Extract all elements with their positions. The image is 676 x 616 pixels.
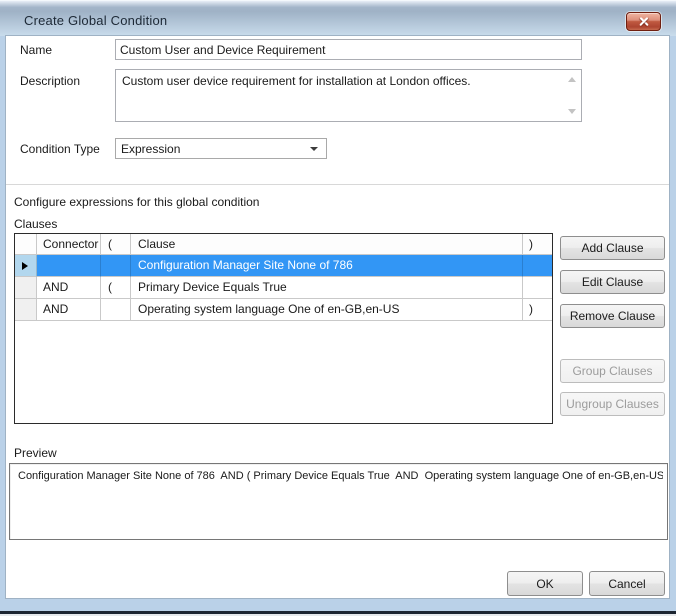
clause-text: Configuration Manager Site None of 786 (131, 255, 523, 277)
clause-text: Operating system language One of en-GB,e… (131, 299, 523, 321)
condition-type-select[interactable]: Expression (115, 138, 327, 159)
column-header-open-paren[interactable]: ( (101, 234, 131, 255)
row-selector-cell[interactable] (15, 299, 37, 321)
close-icon (638, 16, 649, 27)
name-input[interactable] (115, 39, 582, 60)
description-input[interactable]: Custom user device requirement for insta… (115, 69, 582, 122)
column-header-close-paren[interactable]: ) (523, 234, 552, 255)
scroll-down-icon[interactable] (568, 109, 576, 114)
column-header-selector (15, 234, 37, 255)
condition-type-value: Expression (121, 142, 180, 156)
dialog-title: Create Global Condition (24, 13, 167, 28)
clause-close-paren (523, 277, 552, 299)
edit-clause-button[interactable]: Edit Clause (560, 270, 665, 294)
clause-open-paren (101, 255, 131, 277)
ungroup-clauses-button[interactable]: Ungroup Clauses (560, 392, 665, 416)
description-label: Description (20, 74, 80, 88)
clause-connector (37, 255, 101, 277)
add-clause-button[interactable]: Add Clause (560, 236, 665, 260)
preview-text: Configuration Manager Site None of 786 A… (18, 470, 663, 482)
remove-clause-button[interactable]: Remove Clause (560, 304, 665, 328)
clauses-label: Clauses (14, 217, 57, 231)
section-divider (6, 184, 669, 185)
dropdown-arrow-icon (310, 147, 318, 151)
clause-open-paren: ( (101, 277, 131, 299)
configure-expressions-label: Configure expressions for this global co… (14, 195, 259, 209)
clause-connector: AND (37, 277, 101, 299)
titlebar[interactable]: Create Global Condition (0, 0, 676, 36)
scroll-up-icon[interactable] (568, 77, 576, 82)
clauses-table-header: Connector ( Clause ) (15, 234, 552, 255)
row-selector-cell[interactable] (15, 277, 37, 299)
name-label: Name (20, 43, 52, 57)
preview-box: Configuration Manager Site None of 786 A… (9, 463, 668, 540)
clause-row[interactable]: AND ( Primary Device Equals True (15, 277, 552, 299)
clause-close-paren: ) (523, 299, 552, 321)
group-clauses-button[interactable]: Group Clauses (560, 359, 665, 383)
current-row-icon (22, 262, 28, 270)
clause-close-paren (523, 255, 552, 277)
column-header-clause[interactable]: Clause (131, 234, 523, 255)
clause-connector: AND (37, 299, 101, 321)
condition-type-label: Condition Type (20, 142, 100, 156)
ok-button[interactable]: OK (507, 571, 583, 596)
row-selector-cell[interactable] (15, 255, 37, 277)
clause-text: Primary Device Equals True (131, 277, 523, 299)
cancel-button[interactable]: Cancel (589, 571, 665, 596)
description-value: Custom user device requirement for insta… (122, 74, 561, 89)
preview-label: Preview (14, 446, 57, 460)
clause-row-selected[interactable]: Configuration Manager Site None of 786 (15, 255, 552, 277)
clause-open-paren (101, 299, 131, 321)
clauses-table: Connector ( Clause ) Configuration Manag… (14, 233, 553, 424)
create-global-condition-dialog: Create Global Condition Name Description… (0, 0, 676, 616)
column-header-connector[interactable]: Connector (37, 234, 101, 255)
clause-row[interactable]: AND Operating system language One of en-… (15, 299, 552, 321)
close-button[interactable] (626, 12, 661, 31)
